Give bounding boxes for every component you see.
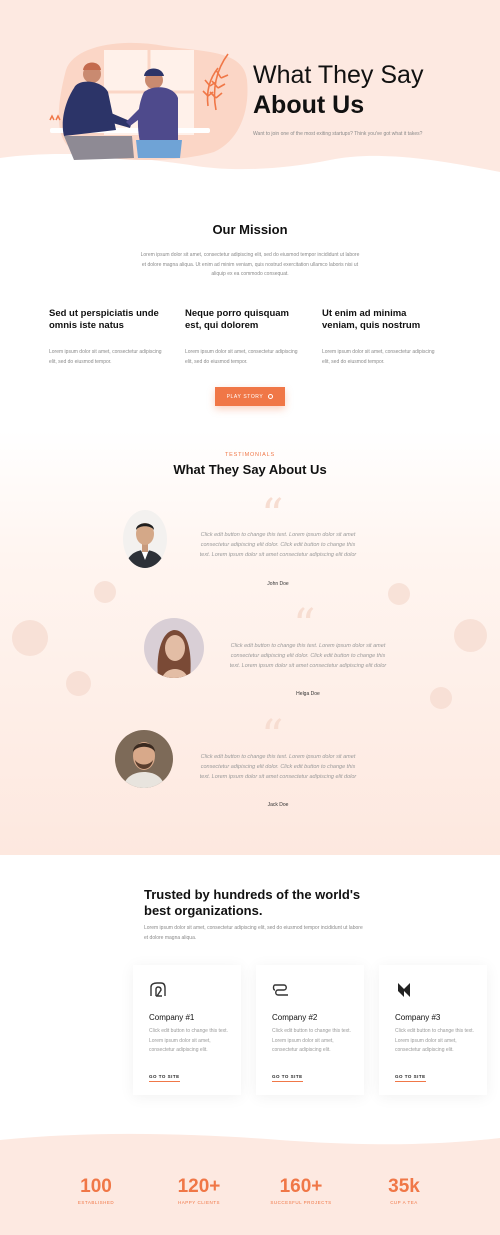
hero-illustration — [49, 42, 248, 161]
ghost-avatar — [430, 687, 452, 709]
testimonial-text: Click edit button to change this text. L… — [199, 532, 357, 558]
play-story-label: PLAY STORY — [226, 393, 264, 400]
feature-block-2: Neque porro quisquam est, qui dolorem Lo… — [185, 308, 305, 367]
feature-block-1: Sed ut perspiciatis unde omnis iste natu… — [49, 308, 169, 367]
ghost-avatar — [66, 671, 91, 696]
testimonials-title: What They Say About Us — [173, 462, 327, 477]
feature-text: Lorem ipsum dolor sit amet, consectetur … — [49, 349, 162, 365]
stat-number: 120+ — [177, 1176, 221, 1197]
avatar-john-doe — [123, 510, 167, 568]
stat-label: ESTABLISHED — [77, 1200, 115, 1205]
stat-label: SUCCESFUL PROJECTS — [270, 1200, 332, 1205]
testimonials-kicker: TESTIMONIALS — [225, 452, 275, 458]
play-circle-icon — [268, 394, 274, 399]
company-card-2: Company #2 Click edit button to change t… — [256, 965, 364, 1095]
play-story-button[interactable]: PLAY STORY — [215, 387, 285, 406]
testimonial-name: John Doe — [267, 581, 289, 587]
stat-number: 100 — [80, 1176, 112, 1197]
ghost-avatar — [388, 583, 410, 605]
company-name: Company #1 — [149, 1013, 195, 1022]
avatar-helga-doe — [144, 618, 204, 678]
feature-title: Ut enim ad minima veniam, quis nostrum — [322, 308, 421, 331]
hero-title: What They Say About Us — [253, 60, 493, 120]
testimonial-text: Click edit button to change this text. L… — [229, 643, 387, 669]
feature-text: Lorem ipsum dolor sit amet, consectetur … — [322, 349, 435, 365]
loop-logo-icon — [272, 984, 288, 996]
trusted-text: Lorem ipsum dolor sit amet, consectetur … — [144, 925, 363, 941]
mission-text: Lorem ipsum dolor sit amet, consectetur … — [140, 252, 360, 277]
feature-block-3: Ut enim ad minima veniam, quis nostrum L… — [322, 308, 442, 367]
stat-label: HAPPY CLIENTS — [178, 1200, 220, 1205]
stat-successful-projects: 160+ SUCCESFUL PROJECTS — [251, 1176, 351, 1205]
go-to-site-link[interactable]: GO TO SITE — [395, 1074, 426, 1082]
mission-title: Our Mission — [212, 222, 288, 237]
testimonial-name: Helga Doe — [296, 691, 320, 697]
stat-label: CUP A TEA — [390, 1200, 418, 1205]
avatar-jack-doe — [115, 730, 173, 788]
hero-title-line2: About Us — [253, 91, 365, 119]
ghost-avatar — [12, 620, 48, 656]
company-card-1: Company #1 Click edit button to change t… — [133, 965, 241, 1095]
company-card-3: Company #3 Click edit button to change t… — [379, 965, 487, 1095]
company-name: Company #2 — [272, 1013, 318, 1022]
stat-number: 35k — [388, 1176, 420, 1197]
stat-happy-clients: 120+ HAPPY CLIENTS — [149, 1176, 249, 1205]
company-name: Company #3 — [395, 1013, 441, 1022]
ghost-avatar — [94, 581, 116, 603]
testimonial-text: Click edit button to change this text. L… — [199, 754, 357, 780]
company-text: Click edit button to change this text. L… — [272, 1028, 351, 1053]
ghost-avatar — [454, 619, 487, 652]
feature-text: Lorem ipsum dolor sit amet, consectetur … — [185, 349, 298, 365]
stat-number: 160+ — [279, 1176, 323, 1197]
n-logo-icon — [398, 983, 410, 997]
feature-title: Neque porro quisquam est, qui dolorem — [185, 308, 289, 331]
company-text: Click edit button to change this text. L… — [149, 1028, 228, 1053]
go-to-site-link[interactable]: GO TO SITE — [272, 1074, 303, 1082]
testimonial-name: Jack Doe — [267, 802, 289, 808]
hero-subtitle: Want to join one of the most exiting sta… — [253, 131, 423, 137]
feature-title: Sed ut perspiciatis unde omnis iste natu… — [49, 308, 159, 331]
trusted-title: Trusted by hundreds of the world's best … — [144, 887, 361, 918]
company-text: Click edit button to change this text. L… — [395, 1028, 474, 1053]
go-to-site-link[interactable]: GO TO SITE — [149, 1074, 180, 1082]
stat-established: 100 ESTABLISHED — [46, 1176, 146, 1205]
outline-logo-icon — [150, 982, 166, 997]
hero-title-line1: What They Say — [253, 61, 424, 89]
stat-cup-a-tea: 35k CUP A TEA — [354, 1176, 454, 1205]
